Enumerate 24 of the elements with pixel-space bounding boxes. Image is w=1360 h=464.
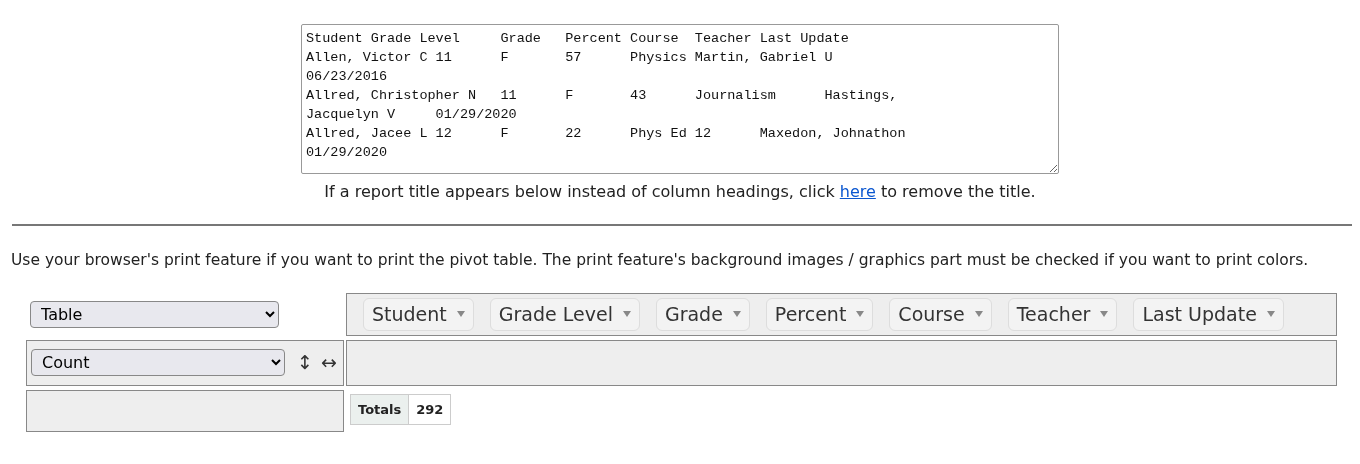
dropdown-arrow-icon[interactable] [732,311,741,318]
dropdown-arrow-icon[interactable] [456,311,465,318]
field-pill[interactable]: Student [363,298,474,331]
dropdown-arrow-icon[interactable] [856,311,865,318]
remove-title-link[interactable]: here [839,182,876,201]
field-pill[interactable]: Course [889,298,992,331]
report-text-area[interactable]: Student Grade Level Grade Percent Course Teacher Last Update Allen, Victor C 11 F 57 Physics Martin, Gabriel U 06/23/2016 Allred, Christopher N 11 F 43 Journalism Hastings, Jacquelyn V 01/29/2020 Allred, Jacee L 12 F 22 Phys Ed 12 Maxedon, Johnathon 01/29/2020 [301,24,1059,174]
column-order-toggle[interactable]: ↔ [320,353,337,372]
dropdown-arrow-icon[interactable] [1266,311,1275,318]
field-pill[interactable]: Grade Level [489,298,640,331]
field-pill[interactable]: Last Update [1133,298,1284,331]
dropdown-arrow-icon[interactable] [1100,311,1109,318]
aggregator-select[interactable]: Count [31,349,285,376]
dropdown-arrow-icon[interactable] [622,311,631,318]
print-instructions: Use your browser's print feature if you want to print the pivot table. The print feature's background images / graphics part must be checked if you want to print colors. [11,250,1310,271]
field-pill[interactable]: Teacher [1007,298,1118,331]
field-pill[interactable]: Percent [765,298,874,331]
totals-value: 292 [408,394,451,425]
row-order-toggle[interactable]: ↕ [297,353,313,372]
renderer-select[interactable]: Table [30,300,279,328]
dropdown-arrow-icon[interactable] [974,311,983,318]
field-pill[interactable]: Grade [655,298,750,331]
notice-text: If a report title appears below instead of column headings, click here to remove the title. [324,181,1036,203]
totals-label: Totals [350,394,409,425]
